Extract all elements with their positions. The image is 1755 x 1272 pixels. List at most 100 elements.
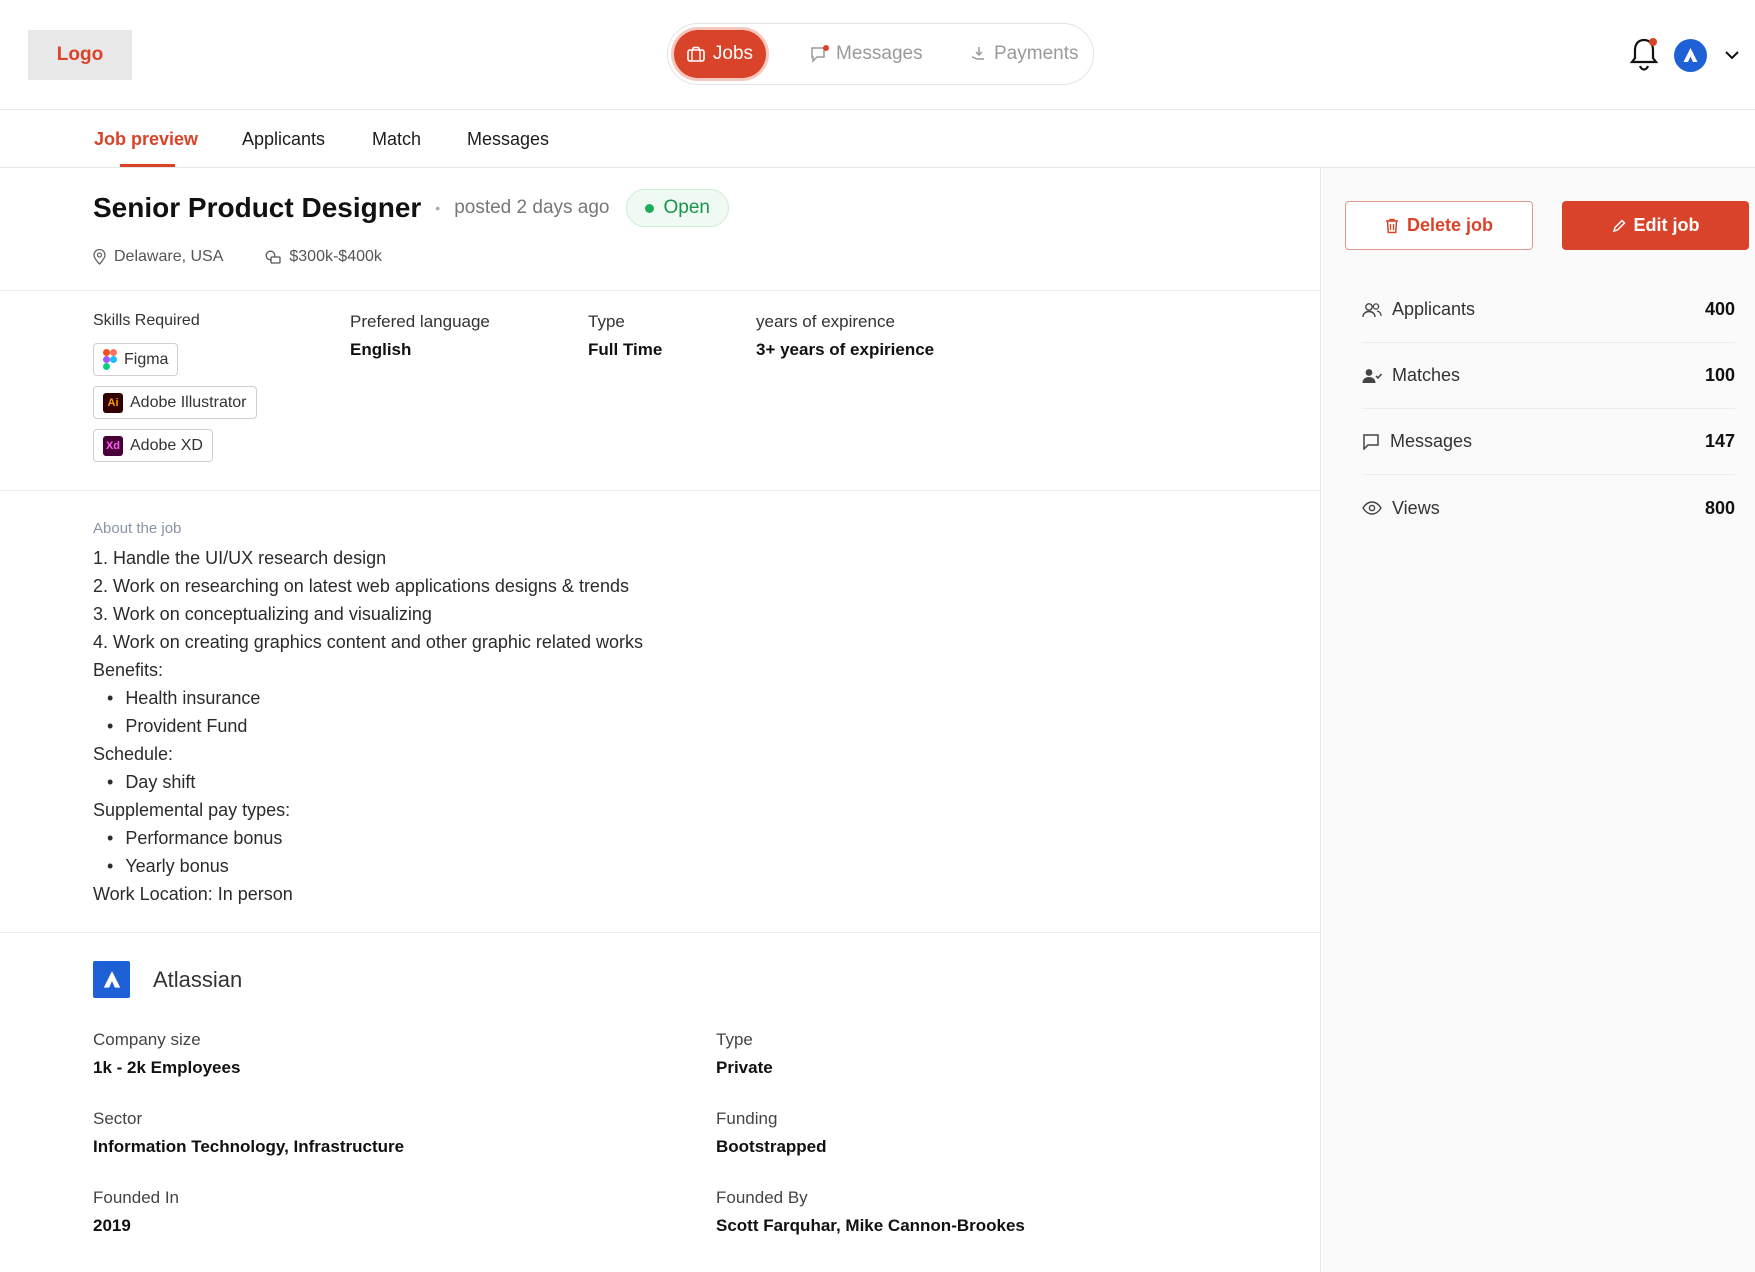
adobe-illustrator-icon: Ai <box>103 392 123 413</box>
avatar[interactable] <box>1674 39 1707 72</box>
field-label: Funding <box>716 1109 778 1128</box>
company-type: Type Private <box>716 1030 773 1078</box>
field-label: Founded By <box>716 1188 808 1207</box>
job-tabs: Job preview Applicants Match Messages <box>0 111 1755 168</box>
figma-icon <box>103 349 117 370</box>
stat-messages[interactable]: Messages 147 <box>1362 409 1735 475</box>
edit-job-button[interactable]: Edit job <box>1562 201 1749 250</box>
job-salary: $300k-$400k <box>265 248 382 266</box>
users-icon <box>1362 302 1382 317</box>
company-name: Atlassian <box>153 967 243 992</box>
stat-views[interactable]: Views 800 <box>1362 475 1735 541</box>
delete-job-button[interactable]: Delete job <box>1345 201 1533 250</box>
job-sidebar: Delete job Edit job Applicants 400 Match… <box>1322 168 1755 1272</box>
language-value: English <box>350 340 412 359</box>
stat-applicants[interactable]: Applicants 400 <box>1362 277 1735 343</box>
job-detail-panel: Senior Product Designer • posted 2 days … <box>0 168 1321 1272</box>
money-icon <box>265 250 282 264</box>
notification-dot <box>1649 38 1657 46</box>
stat-value: 147 <box>1704 431 1735 451</box>
nav-payments-button[interactable]: Payments <box>970 30 1078 78</box>
tab-match[interactable]: Match <box>372 129 421 150</box>
tab-messages[interactable]: Messages <box>467 129 549 150</box>
description-line: 2. Work on researching on latest web app… <box>93 576 629 596</box>
nav-jobs-label: Jobs <box>712 43 754 64</box>
job-header: Senior Product Designer • posted 2 days … <box>93 188 729 228</box>
schedule-text: Day shift <box>125 772 196 792</box>
trash-icon <box>1385 218 1398 233</box>
type-info: Type Full Time <box>588 312 662 360</box>
chat-icon <box>1363 434 1379 450</box>
skill-label: Adobe Illustrator <box>130 393 247 411</box>
company-founded-in: Founded In 2019 <box>93 1188 179 1236</box>
schedule-item: Day shift <box>93 768 643 796</box>
experience-info: years of expirence 3+ years of expirienc… <box>756 312 934 360</box>
pencil-icon <box>1612 218 1626 232</box>
nav-messages-button[interactable]: Messages <box>810 30 923 78</box>
location-pin-icon <box>93 249 106 265</box>
user-check-icon <box>1362 368 1382 383</box>
salary-text: $300k-$400k <box>289 248 382 265</box>
field-label: Founded In <box>93 1188 180 1207</box>
message-icon <box>811 45 829 63</box>
tab-job-preview[interactable]: Job preview <box>94 129 198 150</box>
atlassian-logo-icon <box>103 970 120 988</box>
company-sector: Sector Information Technology, Infrastru… <box>93 1109 404 1157</box>
company-size: Company size 1k - 2k Employees <box>93 1030 240 1078</box>
posted-date: posted 2 days ago <box>454 197 610 218</box>
about-label: About the job <box>93 520 182 537</box>
job-location: Delaware, USA <box>93 248 223 266</box>
briefcase-icon <box>687 46 705 62</box>
description-line: 4. Work on creating graphics content and… <box>93 632 643 652</box>
separator-dot: • <box>435 200 441 216</box>
supplemental-text: Performance bonus <box>125 828 283 848</box>
stat-value: 800 <box>1704 497 1735 518</box>
schedule-heading: Schedule: <box>93 744 174 764</box>
edit-job-label: Edit job <box>1633 215 1700 235</box>
location-text: Delaware, USA <box>114 248 224 265</box>
description-line: 1. Handle the UI/UX research design <box>93 548 387 568</box>
company-funding: Funding Bootstrapped <box>716 1109 827 1157</box>
main-nav: Jobs Messages Payments <box>667 23 1094 85</box>
nav-jobs-button[interactable]: Jobs <box>674 30 766 78</box>
skill-adobe-illustrator: Ai Adobe Illustrator <box>93 386 257 419</box>
field-value: Scott Farquhar, Mike Cannon-Brookes <box>716 1216 1025 1235</box>
skill-label: Figma <box>124 350 169 368</box>
delete-job-label: Delete job <box>1406 215 1494 235</box>
job-title: Senior Product Designer <box>93 192 422 223</box>
supplemental-item: Yearly bonus <box>93 852 643 880</box>
field-value: 2019 <box>93 1216 131 1235</box>
nav-messages-label: Messages <box>836 43 923 64</box>
skill-adobe-xd: Xd Adobe XD <box>93 429 213 462</box>
field-value: Private <box>716 1058 773 1077</box>
stat-label: Matches <box>1392 365 1461 385</box>
stat-label-group: Applicants <box>1362 299 1475 320</box>
active-tab-indicator <box>120 164 175 167</box>
field-value: Bootstrapped <box>716 1137 827 1156</box>
chevron-down-icon[interactable] <box>1722 45 1742 65</box>
adobe-xd-icon: Xd <box>103 435 123 456</box>
divider <box>0 290 1321 291</box>
stat-label: Messages <box>1390 431 1473 451</box>
stat-label: Applicants <box>1392 299 1476 319</box>
eye-icon <box>1362 501 1382 515</box>
top-bar: Logo Jobs Messages Payments <box>0 0 1755 110</box>
stat-label-group: Messages <box>1362 431 1472 452</box>
tab-applicants[interactable]: Applicants <box>242 129 325 150</box>
type-value: Full Time <box>588 340 663 359</box>
supplemental-heading: Supplemental pay types: <box>93 800 291 820</box>
benefits-heading: Benefits: <box>93 660 164 680</box>
benefit-text: Health insurance <box>125 688 261 708</box>
skills-label: Skills Required <box>93 312 200 329</box>
supplemental-item: Performance bonus <box>93 824 643 852</box>
payment-icon <box>971 47 984 60</box>
job-description: 1. Handle the UI/UX research design 2. W… <box>93 544 643 908</box>
divider <box>0 490 1321 491</box>
type-label: Type <box>588 312 625 331</box>
status-badge: Open <box>625 189 729 227</box>
benefit-item: Provident Fund <box>93 712 643 740</box>
logo[interactable]: Logo <box>28 30 132 80</box>
stat-matches[interactable]: Matches 100 <box>1362 343 1735 409</box>
atlassian-logo-icon <box>1683 48 1698 62</box>
stat-value: 100 <box>1704 365 1735 385</box>
